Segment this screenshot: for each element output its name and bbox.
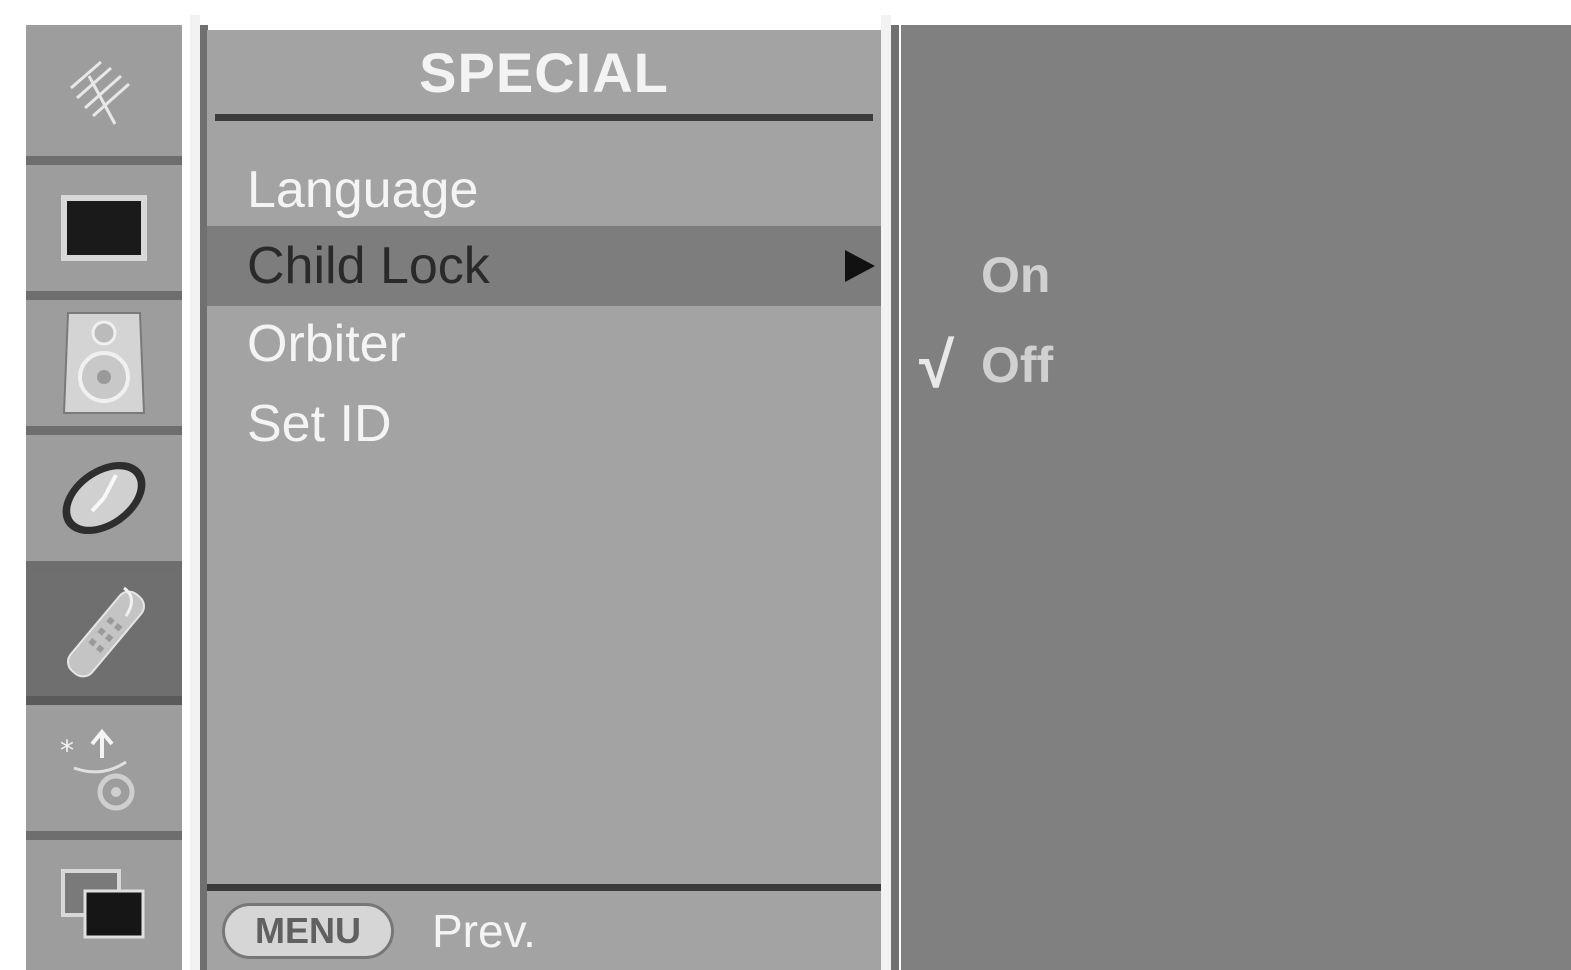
option-on[interactable]: On [901,240,1201,310]
menu-item-child-lock[interactable]: Child Lock [207,226,881,306]
menu-item-label: Language [247,161,479,219]
menu-button[interactable]: MENU [222,902,394,959]
menu-item-label: Child Lock [247,237,490,295]
menu-item-language[interactable]: Language [207,150,881,230]
screen-adjust-icon: * [54,718,154,818]
category-icon-bar: * [26,25,182,970]
category-tab-channel[interactable] [26,25,182,165]
svg-text:*: * [60,734,74,767]
option-label: On [981,247,1051,303]
category-tab-special[interactable] [26,570,182,705]
footer-divider [207,884,881,891]
category-tab-sound[interactable] [26,300,182,435]
pip-icon [59,865,149,945]
clock-icon [54,453,154,543]
category-tab-pip[interactable] [26,840,182,970]
antenna-icon [59,46,149,136]
menu-item-label: Orbiter [247,315,406,373]
prev-label: Prev. [432,904,536,957]
checkmark-icon: √ [919,329,955,401]
menu-footer: MENU Prev. [207,891,881,970]
menu-item-label: Set ID [247,395,392,453]
submenu-arrow-icon [845,250,875,282]
category-tab-screen[interactable]: * [26,705,182,840]
category-tab-picture[interactable] [26,165,182,300]
remote-control-icon [54,578,154,688]
child-lock-submenu: On √ Off [901,25,1571,970]
menu-item-set-id[interactable]: Set ID [207,384,881,464]
option-off[interactable]: √ Off [901,330,1201,400]
menu-title: SPECIAL [419,41,669,104]
title-divider [215,114,873,121]
divider [881,15,891,970]
divider [190,15,200,970]
divider [891,25,899,970]
special-menu-panel: SPECIAL Language Child Lock Orbiter Set … [207,30,881,970]
speaker-icon [62,311,146,415]
option-label: Off [981,337,1054,393]
picture-icon [59,193,149,263]
menu-item-orbiter[interactable]: Orbiter [207,304,881,384]
category-tab-time[interactable] [26,435,182,570]
